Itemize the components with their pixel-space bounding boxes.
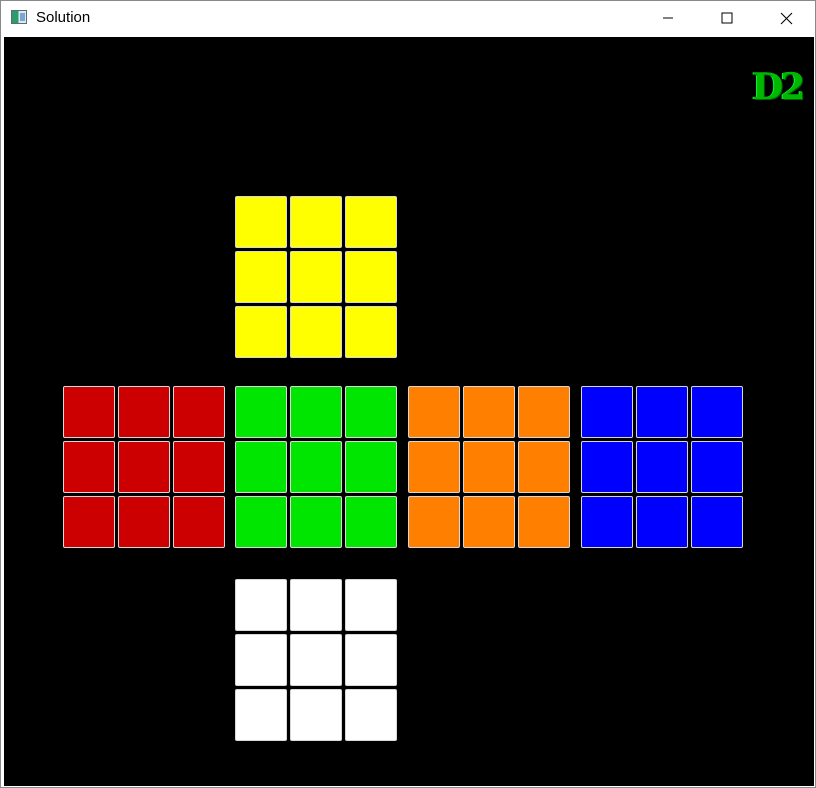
sticker-right-3: [518, 386, 570, 438]
sticker-bottom-1: [235, 579, 287, 631]
sticker-front-3: [345, 386, 397, 438]
sticker-back-9: [691, 496, 743, 548]
sticker-top-7: [235, 306, 287, 358]
face-top: [235, 196, 399, 360]
sticker-left-1: [63, 386, 115, 438]
sticker-top-5: [290, 251, 342, 303]
sticker-back-6: [691, 441, 743, 493]
sticker-left-7: [63, 496, 115, 548]
close-button[interactable]: [757, 1, 815, 35]
title-bar[interactable]: Solution: [1, 1, 815, 35]
sticker-top-9: [345, 306, 397, 358]
sticker-front-8: [290, 496, 342, 548]
sticker-bottom-6: [345, 634, 397, 686]
sticker-right-9: [518, 496, 570, 548]
face-bottom: [235, 579, 399, 743]
sticker-back-1: [581, 386, 633, 438]
sticker-bottom-4: [235, 634, 287, 686]
solution-window: Solution D2: [0, 0, 816, 788]
sticker-bottom-5: [290, 634, 342, 686]
sticker-left-4: [63, 441, 115, 493]
sticker-top-6: [345, 251, 397, 303]
sticker-front-7: [235, 496, 287, 548]
sticker-bottom-3: [345, 579, 397, 631]
sticker-back-2: [636, 386, 688, 438]
sticker-front-6: [345, 441, 397, 493]
sticker-front-9: [345, 496, 397, 548]
face-front: [235, 386, 399, 550]
sticker-top-8: [290, 306, 342, 358]
sticker-bottom-9: [345, 689, 397, 741]
sticker-back-5: [636, 441, 688, 493]
minimize-icon: [663, 17, 673, 19]
cube-canvas[interactable]: D2: [4, 37, 814, 786]
sticker-front-4: [235, 441, 287, 493]
maximize-icon: [721, 12, 733, 24]
sticker-left-2: [118, 386, 170, 438]
sticker-top-1: [235, 196, 287, 248]
sticker-right-7: [408, 496, 460, 548]
sticker-top-4: [235, 251, 287, 303]
sticker-front-5: [290, 441, 342, 493]
sticker-left-5: [118, 441, 170, 493]
sticker-back-8: [636, 496, 688, 548]
sticker-front-1: [235, 386, 287, 438]
maximize-button[interactable]: [698, 1, 756, 35]
sticker-back-7: [581, 496, 633, 548]
sticker-right-1: [408, 386, 460, 438]
sticker-bottom-7: [235, 689, 287, 741]
sticker-left-9: [173, 496, 225, 548]
face-back: [581, 386, 745, 550]
sticker-bottom-8: [290, 689, 342, 741]
app-window-icon: [11, 10, 27, 24]
sticker-right-6: [518, 441, 570, 493]
sticker-right-2: [463, 386, 515, 438]
sticker-right-5: [463, 441, 515, 493]
sticker-left-8: [118, 496, 170, 548]
window-title: Solution: [36, 9, 91, 26]
sticker-left-3: [173, 386, 225, 438]
sticker-top-2: [290, 196, 342, 248]
sticker-front-2: [290, 386, 342, 438]
face-left: [63, 386, 227, 550]
sticker-right-8: [463, 496, 515, 548]
sticker-right-4: [408, 441, 460, 493]
minimize-button[interactable]: [639, 1, 697, 35]
close-icon: [780, 12, 792, 24]
sticker-bottom-2: [290, 579, 342, 631]
sticker-top-3: [345, 196, 397, 248]
sticker-back-3: [691, 386, 743, 438]
face-right: [408, 386, 572, 550]
sticker-left-6: [173, 441, 225, 493]
logo: D2: [752, 66, 805, 108]
sticker-back-4: [581, 441, 633, 493]
